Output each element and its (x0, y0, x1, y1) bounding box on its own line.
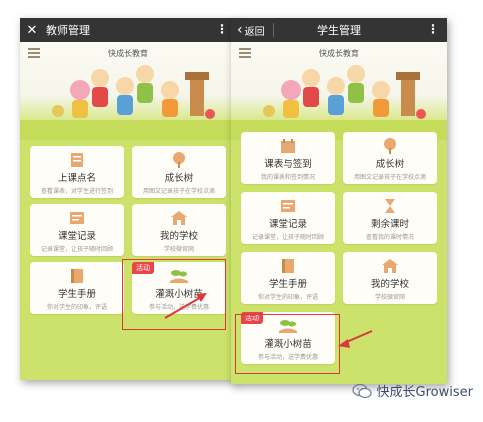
annotation-arrows (164, 293, 373, 348)
wechat-icon (351, 383, 372, 398)
arrow-icon (338, 330, 373, 348)
arrow-icon (164, 293, 207, 319)
watermark-text: 快成长Growiser (376, 385, 473, 400)
watermark: 快成长Growiser (351, 381, 473, 400)
